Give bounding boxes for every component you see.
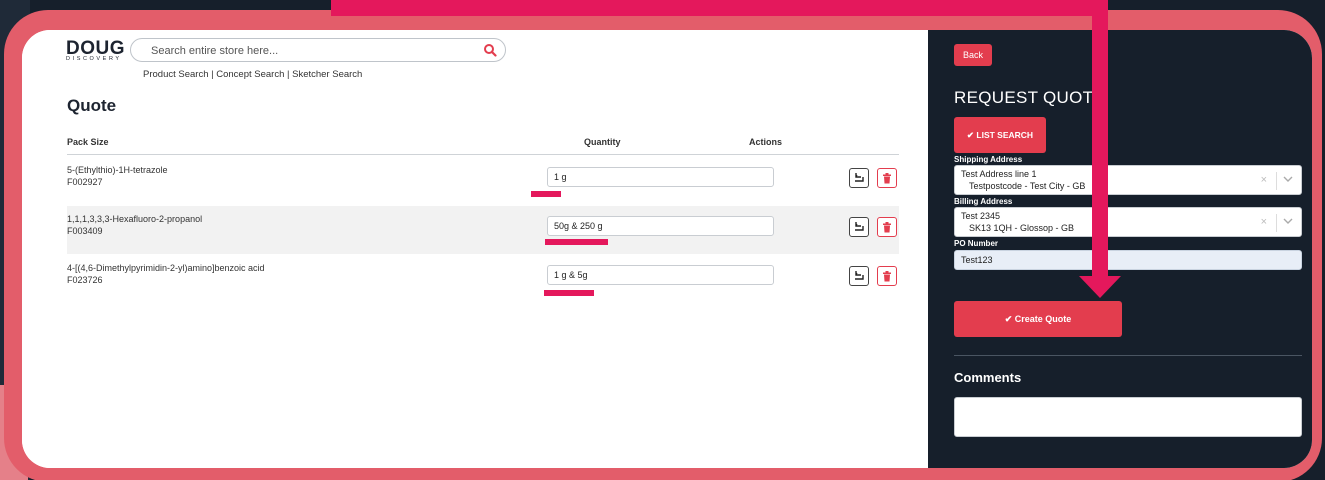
restore-icon	[855, 173, 864, 182]
comments-title: Comments	[954, 370, 1022, 385]
billing-address-line2: SK13 1QH - Glossop - GB	[969, 223, 1075, 233]
logo[interactable]: DOUG DISCOVERY	[66, 38, 126, 64]
sidebar-title: REQUEST QUOTE	[954, 88, 1105, 107]
table-row: 4-[(4,6-Dimethylpyrimidin-2-yl)amino]ben…	[67, 255, 899, 303]
quantity-input[interactable]	[547, 265, 774, 285]
product-code: F023726	[67, 275, 103, 285]
search-icon[interactable]	[483, 43, 497, 57]
product-code: F003409	[67, 226, 103, 236]
table-row: 1,1,1,3,3,3-Hexafluoro-2-propanol F00340…	[67, 206, 899, 254]
sidebar-divider	[954, 355, 1302, 356]
po-number-input[interactable]	[954, 250, 1302, 270]
search-input[interactable]	[151, 43, 471, 59]
column-header-pack-size: Pack Size	[67, 137, 109, 147]
billing-address-label: Billing Address	[954, 197, 1013, 206]
restore-button[interactable]	[849, 168, 869, 188]
restore-button[interactable]	[849, 266, 869, 286]
chevron-down-icon[interactable]	[1282, 173, 1294, 185]
restore-button[interactable]	[849, 217, 869, 237]
list-search-button[interactable]: ✔ LIST SEARCH	[954, 117, 1046, 153]
annotation-arrow-top	[331, 0, 1108, 16]
restore-icon	[855, 271, 864, 280]
concept-search-link[interactable]: Concept Search	[216, 69, 284, 80]
clear-icon[interactable]: ×	[1261, 174, 1267, 186]
select-separator	[1276, 214, 1277, 232]
restore-icon	[855, 222, 864, 231]
delete-button[interactable]	[877, 266, 897, 286]
shipping-address-select[interactable]: Test Address line 1 Testpostcode - Test …	[954, 165, 1302, 195]
delete-button[interactable]	[877, 217, 897, 237]
sketcher-search-link[interactable]: Sketcher Search	[292, 69, 362, 80]
po-number-label: PO Number	[954, 239, 999, 248]
delete-button[interactable]	[877, 168, 897, 188]
product-name: 1,1,1,3,3,3-Hexafluoro-2-propanol	[67, 214, 203, 224]
billing-address-line1: Test 2345	[961, 211, 1001, 221]
trash-icon	[883, 270, 891, 281]
quantity-input[interactable]	[547, 216, 774, 236]
app-window: DOUG DISCOVERY Product Search | Concept …	[22, 30, 1312, 468]
search-links: Product Search | Concept Search | Sketch…	[143, 69, 362, 80]
table-header-divider	[67, 154, 899, 155]
page-title: Quote	[67, 96, 117, 115]
shipping-address-line1: Test Address line 1	[961, 169, 1037, 179]
link-separator: |	[287, 69, 290, 80]
link-separator: |	[211, 69, 214, 80]
logo-subtitle: DISCOVERY	[66, 56, 122, 62]
annotation-underline	[544, 290, 594, 296]
product-name: 4-[(4,6-Dimethylpyrimidin-2-yl)amino]ben…	[67, 263, 265, 273]
search-box	[130, 38, 506, 62]
back-button[interactable]: Back	[954, 44, 992, 66]
table-row: 5-(Ethylthio)-1H-tetrazole F002927	[67, 157, 899, 205]
column-header-actions: Actions	[749, 137, 783, 147]
annotation-arrowhead	[1079, 276, 1121, 298]
select-separator	[1276, 172, 1277, 190]
trash-icon	[883, 172, 891, 183]
product-code: F002927	[67, 177, 103, 187]
product-search-link[interactable]: Product Search	[143, 69, 208, 80]
comments-textarea[interactable]	[954, 397, 1302, 437]
annotation-underline	[531, 191, 561, 197]
shipping-address-label: Shipping Address	[954, 155, 1023, 164]
billing-address-select[interactable]: Test 2345 SK13 1QH - Glossop - GB ×	[954, 207, 1302, 237]
quantity-input[interactable]	[547, 167, 774, 187]
trash-icon	[883, 221, 891, 232]
annotation-arrow-start	[331, 0, 347, 16]
annotation-arrow-shaft	[1092, 0, 1108, 278]
product-name: 5-(Ethylthio)-1H-tetrazole	[67, 165, 168, 175]
shipping-address-line2: Testpostcode - Test City - GB	[969, 181, 1086, 191]
create-quote-button[interactable]: ✔ Create Quote	[954, 301, 1122, 337]
column-header-quantity: Quantity	[584, 137, 621, 147]
quote-panel: DOUG DISCOVERY Product Search | Concept …	[22, 30, 928, 468]
clear-icon[interactable]: ×	[1261, 216, 1267, 228]
chevron-down-icon[interactable]	[1282, 215, 1294, 227]
annotation-underline	[545, 239, 608, 245]
request-quote-sidebar: Back REQUEST QUOTE ✔ LIST SEARCH Shippin…	[928, 30, 1312, 468]
